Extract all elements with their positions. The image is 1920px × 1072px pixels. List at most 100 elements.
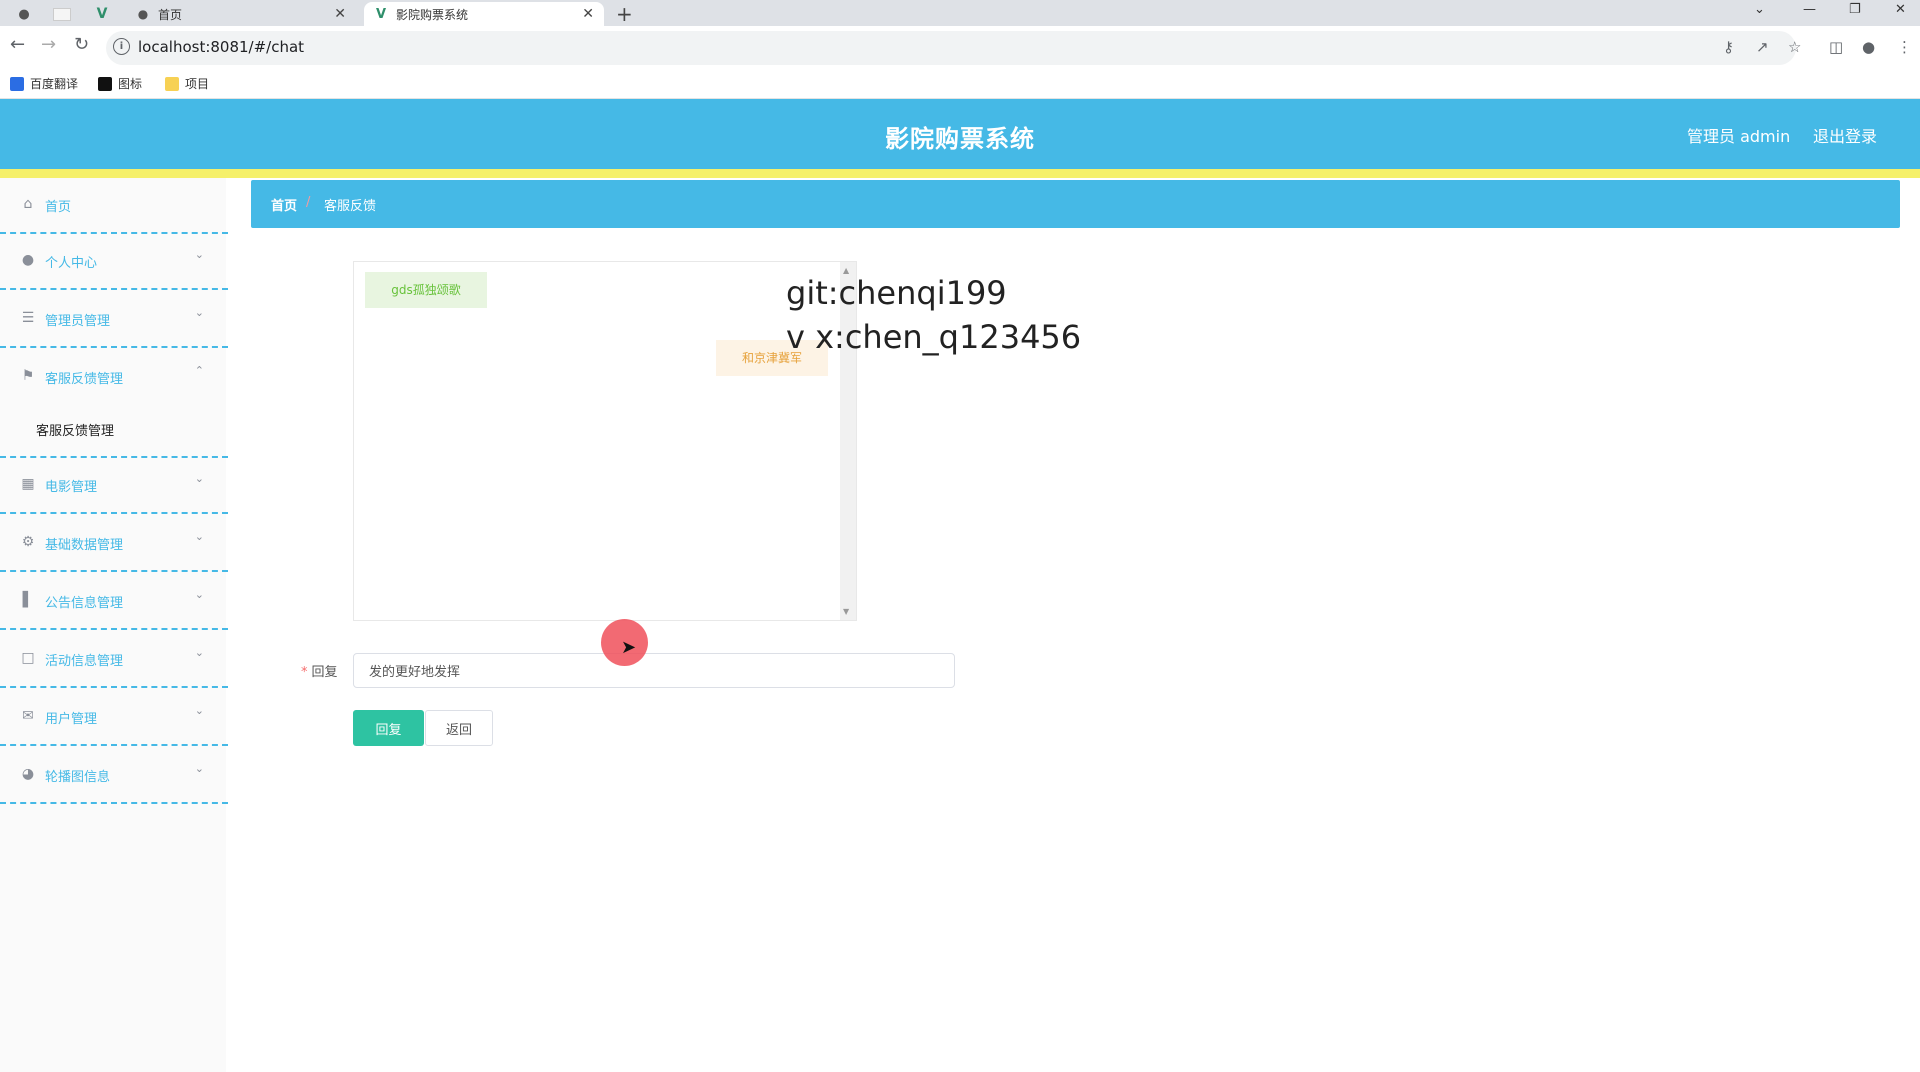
- sidebar-item-label: 用户管理: [45, 712, 98, 727]
- minimize-icon[interactable]: —: [1803, 2, 1816, 17]
- globe-tab[interactable]: ●: [6, 3, 42, 25]
- bookmark-project[interactable]: 项目: [165, 75, 209, 92]
- vue-logo-icon: V: [375, 6, 387, 22]
- forward-arrow-icon[interactable]: →: [41, 34, 56, 55]
- sidebar-item-announcements[interactable]: ▌ 公告信息管理 ⌄: [0, 574, 228, 630]
- profile-icon[interactable]: ●: [1862, 38, 1875, 56]
- admin-user-label: 管理员 admin: [1687, 127, 1791, 146]
- blank-tab[interactable]: [44, 3, 80, 25]
- mail-icon: ✉: [22, 708, 34, 724]
- sidebar-item-label: 电影管理: [45, 480, 98, 495]
- header-accent-bar: [0, 169, 1920, 178]
- chat-scrollbar[interactable]: ▲ ▼: [840, 262, 856, 620]
- grid-icon: ▦: [21, 476, 35, 492]
- bookmarks-bar: 百度翻译 图标 项目: [0, 70, 1920, 99]
- bookmark-label: 百度翻译: [30, 77, 79, 91]
- list-icon: ☰: [21, 310, 35, 326]
- sidebar-item-label: 活动信息管理: [45, 654, 124, 669]
- restore-icon[interactable]: ❐: [1849, 2, 1861, 17]
- home-icon: ⌂: [23, 196, 33, 212]
- chat-icon: □: [21, 650, 35, 666]
- sidebar-item-label: 个人中心: [45, 256, 98, 271]
- reply-button[interactable]: 回复: [353, 710, 424, 746]
- chevron-down-icon: ⌄: [194, 248, 204, 261]
- bookmark-icons[interactable]: 图标: [98, 75, 142, 92]
- required-mark: *: [301, 665, 308, 680]
- menu-dots-icon[interactable]: ⋮: [1897, 38, 1912, 56]
- sidebar-item-label: 轮播图信息: [45, 770, 111, 785]
- reply-label: * 回复: [301, 661, 338, 680]
- sidebar-item-movies[interactable]: ▦ 电影管理 ⌄: [0, 458, 228, 514]
- bar-chart-icon: ▌: [22, 592, 34, 608]
- key-icon[interactable]: ⚷: [1723, 38, 1734, 56]
- window-close-icon[interactable]: ✕: [1895, 2, 1906, 17]
- sidebar-item-basic-data[interactable]: ⚙ 基础数据管理 ⌄: [0, 516, 228, 572]
- side-panel-icon[interactable]: ◫: [1829, 38, 1843, 56]
- app-title: 影院购票系统: [885, 125, 1035, 153]
- url-text[interactable]: localhost:8081/#/chat: [138, 38, 304, 56]
- image-icon: [98, 76, 112, 91]
- sidebar-item-profile[interactable]: ● 个人中心 ⌄: [0, 234, 228, 290]
- user-icon: ●: [21, 252, 35, 268]
- overlay-text-vx: v x:chen_q123456: [786, 318, 1082, 356]
- tab-home[interactable]: ● 首页 ✕: [126, 2, 356, 26]
- bookmark-baidu-translate[interactable]: 百度翻译: [10, 75, 78, 92]
- app-header: 影院购票系统 管理员 admin 退出登录: [0, 99, 1920, 169]
- translate-icon: [10, 76, 24, 91]
- chevron-down-icon: ⌄: [194, 306, 204, 319]
- vue-tab[interactable]: V: [84, 3, 120, 25]
- sidebar-item-home[interactable]: ⌂ 首页: [0, 178, 228, 234]
- sidebar-subitem-feedback[interactable]: 客服反馈管理: [36, 420, 114, 439]
- address-bar[interactable]: [106, 31, 1796, 65]
- back-arrow-icon[interactable]: ←: [10, 34, 25, 55]
- browser-tabstrip: ● V ● 首页 ✕ V 影院购票系统 ✕ + ⌄ — ❐ ✕: [0, 0, 1920, 26]
- chevron-down-icon: ⌄: [194, 472, 204, 485]
- chevron-down-icon: ⌄: [194, 646, 204, 659]
- chevron-down-icon: ⌄: [194, 588, 204, 601]
- sidebar-item-label: 客服反馈管理: [45, 372, 124, 387]
- mouse-cursor-icon: ➤: [621, 637, 637, 658]
- breadcrumb-home[interactable]: 首页: [271, 195, 297, 214]
- bookmark-label: 项目: [185, 77, 210, 91]
- logout-link[interactable]: 退出登录: [1813, 123, 1877, 147]
- close-icon[interactable]: ✕: [334, 6, 346, 22]
- star-icon[interactable]: ☆: [1788, 38, 1801, 56]
- chevron-down-icon: ⌄: [194, 704, 204, 717]
- reply-input[interactable]: [353, 653, 955, 688]
- tab-cinema[interactable]: V 影院购票系统 ✕: [364, 2, 604, 26]
- vue-logo-icon: V: [96, 6, 108, 22]
- reply-label-text: 回复: [311, 665, 338, 680]
- settings-icon: ⚙: [21, 534, 35, 550]
- tab-title: 首页: [158, 7, 183, 22]
- sidebar-item-feedback[interactable]: ⚑ 客服反馈管理 ⌃ 客服反馈管理: [0, 350, 228, 458]
- scroll-down-icon[interactable]: ▼: [843, 607, 849, 616]
- chat-message-left: gds孤独颂歌: [365, 272, 487, 308]
- reload-icon[interactable]: ↻: [74, 34, 89, 55]
- tab-search-icon[interactable]: ⌄: [1754, 2, 1765, 17]
- back-button[interactable]: 返回: [425, 710, 493, 746]
- sidebar-item-label: 公告信息管理: [45, 596, 124, 611]
- breadcrumb-current: 客服反馈: [324, 199, 377, 214]
- site-info-icon[interactable]: i: [113, 38, 130, 55]
- blank-page-icon: [53, 7, 71, 21]
- bookmark-label: 图标: [118, 77, 143, 91]
- sidebar-item-label: 基础数据管理: [45, 538, 124, 553]
- new-tab-button[interactable]: +: [616, 2, 633, 26]
- breadcrumb-separator: /: [306, 195, 311, 210]
- close-icon[interactable]: ✕: [582, 6, 594, 22]
- sidebar-item-users[interactable]: ✉ 用户管理 ⌄: [0, 690, 228, 746]
- overlay-text-git: git:chenqi199: [786, 274, 1007, 312]
- chevron-up-icon: ⌃: [194, 364, 204, 377]
- sidebar-item-admin[interactable]: ☰ 管理员管理 ⌄: [0, 292, 228, 348]
- globe-icon: ●: [137, 7, 149, 21]
- globe-icon: ●: [18, 6, 30, 22]
- chat-history-box[interactable]: [353, 261, 857, 621]
- chevron-down-icon: ⌄: [194, 762, 204, 775]
- share-icon[interactable]: ↗: [1756, 38, 1769, 56]
- tab-title: 影院购票系统: [396, 7, 469, 22]
- sidebar-item-carousel[interactable]: ◕ 轮播图信息 ⌄: [0, 748, 228, 804]
- folder-icon: [165, 76, 179, 91]
- sidebar-item-activities[interactable]: □ 活动信息管理 ⌄: [0, 632, 228, 688]
- sidebar-item-label: 首页: [45, 200, 72, 215]
- breadcrumb: 首页 / 客服反馈: [251, 180, 1900, 228]
